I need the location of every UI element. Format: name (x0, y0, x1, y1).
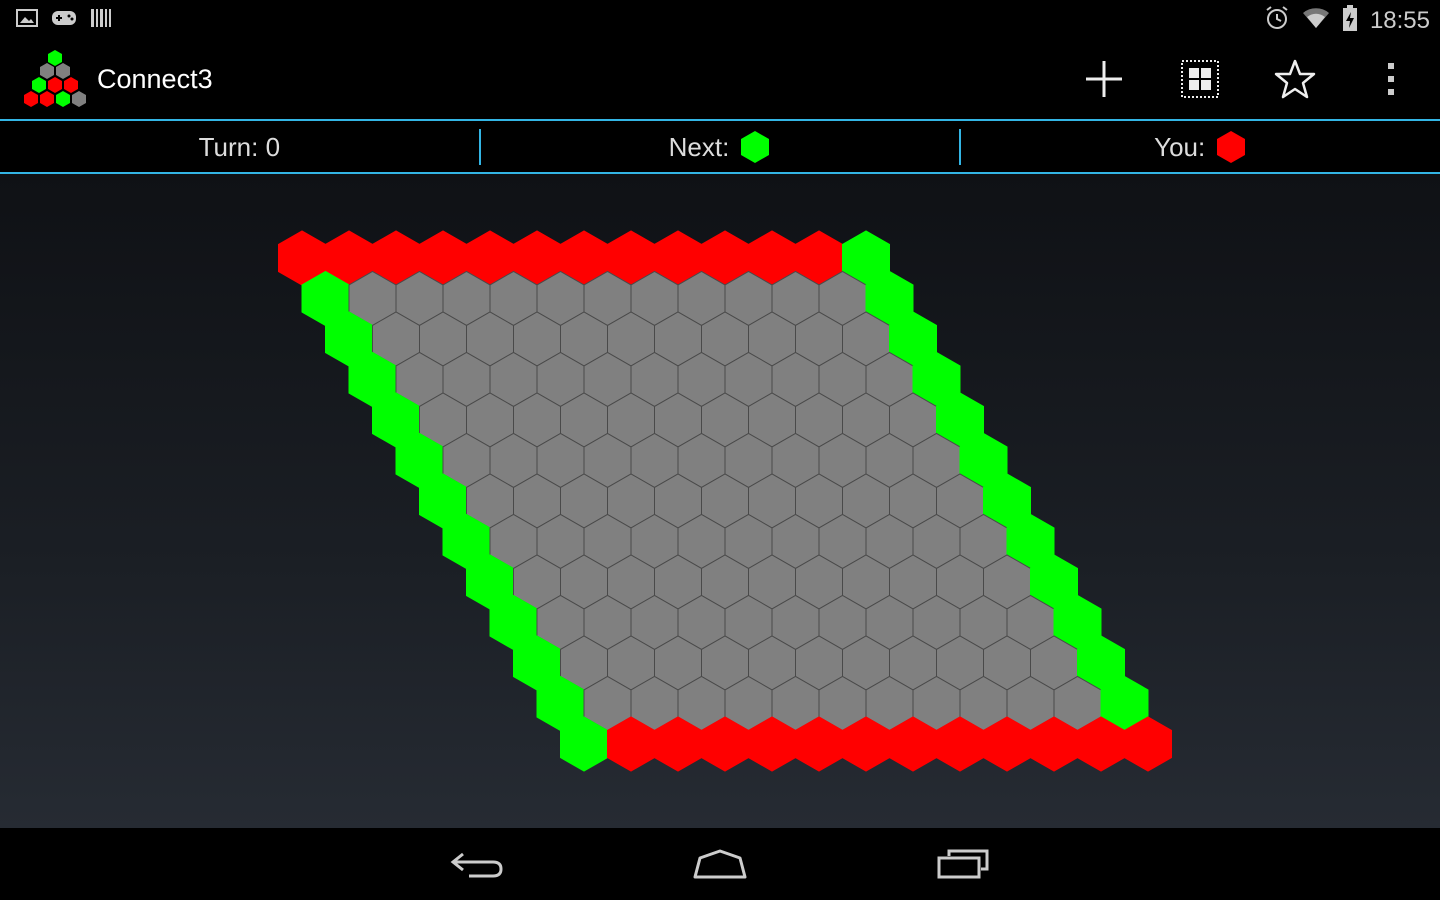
next-cell: Next: (481, 121, 960, 173)
recent-apps-icon (937, 849, 989, 879)
you-cell: You: (961, 121, 1440, 173)
barcode-icon (90, 7, 112, 34)
home-button[interactable] (680, 842, 760, 886)
back-button[interactable] (437, 842, 517, 886)
hex-board[interactable] (0, 174, 1440, 828)
app-logo-icon[interactable] (18, 48, 92, 112)
image-icon (16, 8, 38, 33)
gamepad-icon (50, 8, 78, 33)
player-color-hex-icon (1217, 131, 1246, 163)
turn-counter: Turn: 0 (198, 131, 281, 162)
app-title: Connect3 (97, 64, 213, 94)
home-icon (693, 849, 747, 879)
recent-apps-button[interactable] (923, 842, 1003, 886)
back-icon (450, 852, 503, 878)
action-bar: Connect3 (0, 38, 1440, 119)
status-bar: 18:55 (0, 0, 1440, 38)
you-label: You: (1154, 131, 1206, 162)
next-player-hex-icon (741, 131, 770, 163)
navigation-bar (0, 828, 1440, 900)
turn-cell: Turn: 0 (0, 121, 479, 173)
new-game-button[interactable] (1079, 54, 1129, 104)
favorite-button[interactable] (1270, 54, 1320, 104)
next-label: Next: (668, 131, 730, 162)
wifi-icon (1302, 6, 1330, 35)
battery-icon (1342, 4, 1358, 37)
clock: 18:55 (1369, 6, 1430, 34)
overflow-menu-icon (1388, 63, 1394, 95)
new-game-icon (1086, 61, 1122, 97)
grid-icon (1181, 60, 1219, 98)
star-icon (1274, 59, 1316, 99)
overflow-menu-button[interactable] (1366, 54, 1416, 104)
board-area (0, 174, 1440, 828)
board-size-button[interactable] (1175, 54, 1225, 104)
alarm-icon (1264, 5, 1290, 36)
game-info-bar: Turn: 0 Next: You: (0, 121, 1440, 173)
